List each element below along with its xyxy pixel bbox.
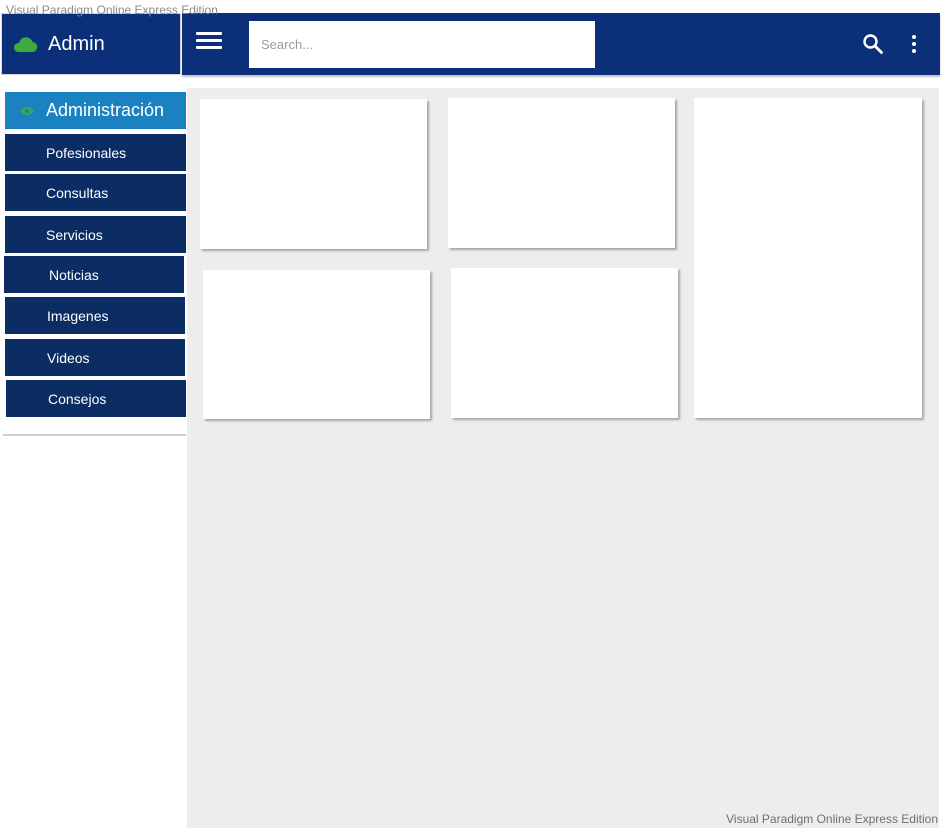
sidebar-item-label: Noticias — [49, 266, 99, 283]
cloud-icon — [12, 35, 38, 53]
sidebar-item-pofesionales[interactable]: Pofesionales — [5, 134, 186, 171]
hamburger-menu-icon[interactable] — [196, 32, 222, 54]
brand-block: Admin — [1, 13, 181, 75]
sidebar-item-label: Pofesionales — [46, 144, 127, 161]
more-vert-icon[interactable] — [907, 33, 921, 55]
content-card — [448, 98, 675, 248]
content-card — [200, 99, 427, 249]
eye-icon — [19, 105, 35, 117]
search-icon[interactable] — [862, 33, 884, 55]
main-content — [187, 88, 939, 828]
content-card — [451, 268, 678, 418]
sidebar-item-label: Consejos — [48, 390, 107, 407]
watermark-top: Visual Paradigm Online Express Edition — [6, 3, 218, 17]
sidebar-item-servicios[interactable]: Servicios — [5, 216, 186, 253]
content-card — [203, 270, 430, 419]
sidebar: Administración Pofesionales Consultas Se… — [3, 90, 186, 436]
search-input[interactable] — [249, 21, 595, 68]
app-title: Admin — [48, 32, 105, 55]
content-card — [694, 98, 922, 418]
sidebar-item-imagenes[interactable]: Imagenes — [5, 297, 185, 334]
sidebar-item-label: Servicios — [46, 226, 103, 243]
sidebar-item-label: Videos — [47, 349, 90, 366]
sidebar-header-label: Administración — [46, 100, 165, 120]
sidebar-item-label: Imagenes — [47, 307, 109, 324]
sidebar-item-consultas[interactable]: Consultas — [5, 174, 186, 211]
sidebar-item-label: Consultas — [46, 184, 109, 201]
sidebar-item-consejos[interactable]: Consejos — [6, 380, 186, 417]
sidebar-item-videos[interactable]: Videos — [5, 339, 185, 376]
sidebar-item-noticias[interactable]: Noticias — [4, 256, 184, 293]
sidebar-header-administracion[interactable]: Administración — [5, 92, 186, 129]
watermark-bottom: Visual Paradigm Online Express Edition — [726, 812, 938, 826]
top-app-bar — [182, 13, 940, 75]
